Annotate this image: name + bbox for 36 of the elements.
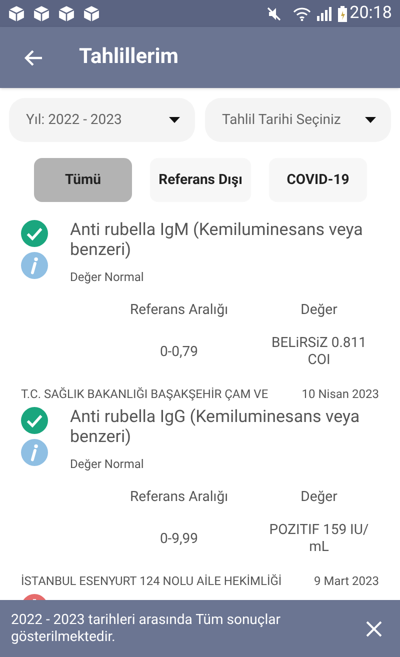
- dropdown[interactable]: Yıl: 2022 - 2023: [9, 98, 195, 142]
- result-date: 10 Nisan 2023: [302, 386, 379, 403]
- institution-name: İSTANBUL ESENYURT 124 NOLU AİLE HEKİMLİĞİ: [21, 573, 282, 590]
- reference-range: 0-9,99: [158, 530, 200, 548]
- box-icon: [83, 5, 100, 22]
- box-icon: [58, 5, 75, 22]
- column-header: Referans Aralığı: [128, 488, 230, 507]
- filter-tab[interactable]: COVID-19: [269, 158, 367, 202]
- dropdown[interactable]: Tahlil Tarihi Seçiniz: [205, 98, 391, 142]
- result-value: POZITIF 159 IU/ mL: [268, 522, 370, 556]
- column-header: Referans Aralığı: [128, 301, 230, 320]
- back-arrow-icon: [23, 48, 43, 66]
- battery-icon: [338, 6, 347, 22]
- wifi-icon: [292, 6, 311, 20]
- column-header: Değer: [300, 301, 338, 320]
- filter-tab[interactable]: Referans Dışı: [150, 158, 251, 202]
- column-header: Değer: [300, 488, 338, 507]
- snackbar-message: 2022 - 2023 tarihleri arasında Tüm sonuçlar gösterilmektedir.: [11, 612, 282, 646]
- dropdown-caret-icon: [169, 117, 180, 123]
- clock: 20:18: [350, 2, 392, 25]
- result-date: 9 Mart 2023: [314, 573, 379, 590]
- result-note: Değer Normal: [70, 456, 145, 473]
- box-icon: [33, 5, 50, 22]
- dropdown-caret-icon: [365, 117, 376, 123]
- signal-icon: [316, 6, 333, 20]
- result-note: Değer Normal: [70, 269, 145, 286]
- test-name: Anti rubella IgM (Kemiluminesans veya benzeri): [70, 220, 364, 260]
- result-value: BELiRSiZ 0.811 COI: [270, 335, 368, 369]
- mute-icon: [266, 6, 281, 20]
- screen-title: Tahlillerim: [79, 44, 178, 71]
- filter-tab[interactable]: Tümü: [34, 158, 132, 202]
- close-icon: [366, 620, 382, 636]
- box-icon: [8, 5, 25, 22]
- test-name: Anti rubella IgG (Kemiluminesans veya benzeri): [70, 407, 361, 447]
- institution-name: T.C. SAĞLIK BAKANLIĞI BAŞAKŞEHİR ÇAM VE: [21, 386, 268, 403]
- reference-range: 0-0,79: [158, 342, 200, 362]
